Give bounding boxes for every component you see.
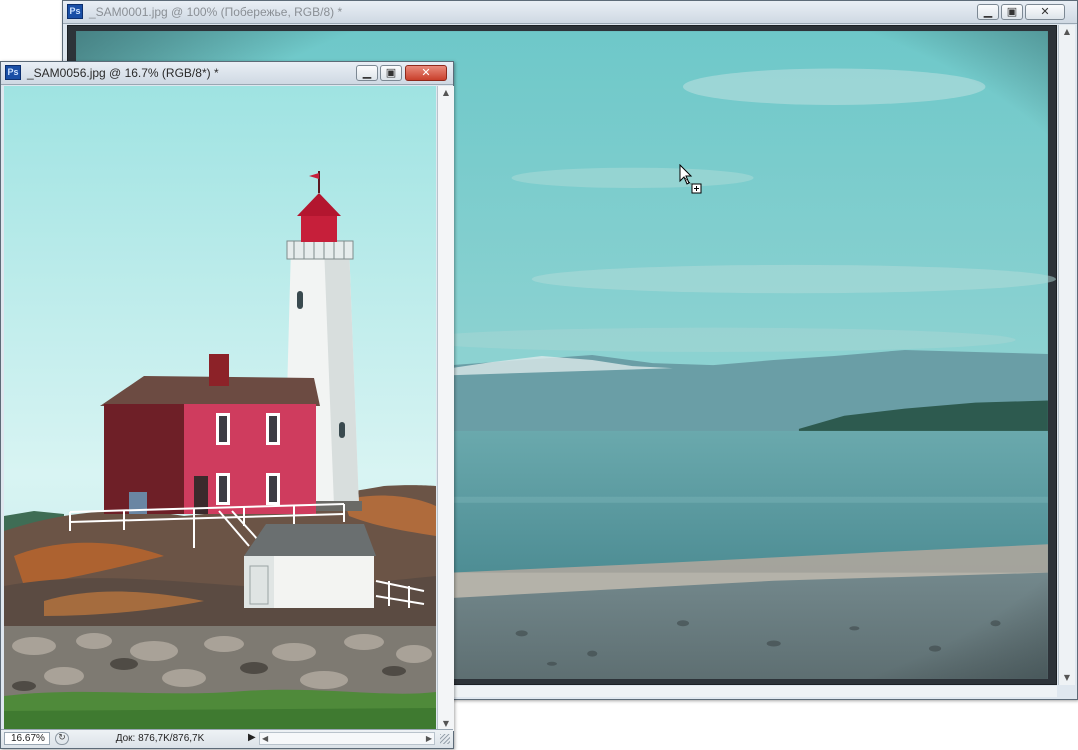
status-bar: 16.67% ↻ Док: 876,7K/876,7K ▶ ◀ ▶ — [1, 729, 453, 748]
status-menu-arrow-icon[interactable]: ▶ — [248, 732, 256, 743]
close-button[interactable]: ✕ — [1025, 4, 1065, 20]
minimize-button[interactable]: ▁ — [977, 4, 999, 20]
zoom-level-field[interactable]: 16.67% — [4, 732, 50, 745]
front-window-title: _SAM0056.jpg @ 16.7% (RGB/8*) * — [27, 66, 219, 80]
doc-size-info: Док: 876,7K/876,7K — [115, 733, 205, 744]
doc-info-icon[interactable]: ↻ — [55, 732, 69, 745]
back-window-title: _SAM0001.jpg @ 100% (Побережье, RGB/8) * — [89, 5, 343, 19]
move-cursor-icon — [679, 164, 702, 194]
maximize-button[interactable]: ▣ — [1001, 4, 1023, 20]
back-vertical-scrollbar[interactable]: ▲ ▼ — [1058, 25, 1075, 685]
scroll-up-icon[interactable]: ▲ — [438, 86, 454, 100]
lighthouse-image — [4, 86, 436, 731]
minimize-button[interactable]: ▁ — [356, 65, 378, 81]
front-document-window[interactable]: Ps _SAM0056.jpg @ 16.7% (RGB/8*) * ▁ ▣ ✕ — [0, 61, 454, 749]
front-horizontal-scrollbar[interactable]: ◀ ▶ — [259, 732, 435, 745]
front-document-canvas[interactable] — [4, 86, 436, 731]
maximize-button[interactable]: ▣ — [380, 65, 402, 81]
scroll-down-icon[interactable]: ▼ — [1059, 671, 1075, 685]
ps-app-icon: Ps — [67, 4, 83, 19]
scroll-up-icon[interactable]: ▲ — [1059, 25, 1075, 39]
back-window-titlebar[interactable]: Ps _SAM0001.jpg @ 100% (Побережье, RGB/8… — [63, 1, 1077, 24]
scroll-right-icon[interactable]: ▶ — [426, 733, 432, 745]
front-vertical-scrollbar[interactable]: ▲ ▼ — [437, 86, 454, 731]
front-window-titlebar[interactable]: Ps _SAM0056.jpg @ 16.7% (RGB/8*) * ▁ ▣ ✕ — [1, 62, 453, 85]
resize-grip-icon[interactable] — [440, 734, 450, 744]
scroll-left-icon[interactable]: ◀ — [262, 733, 268, 745]
close-button[interactable]: ✕ — [405, 65, 447, 81]
ps-app-icon: Ps — [5, 65, 21, 80]
